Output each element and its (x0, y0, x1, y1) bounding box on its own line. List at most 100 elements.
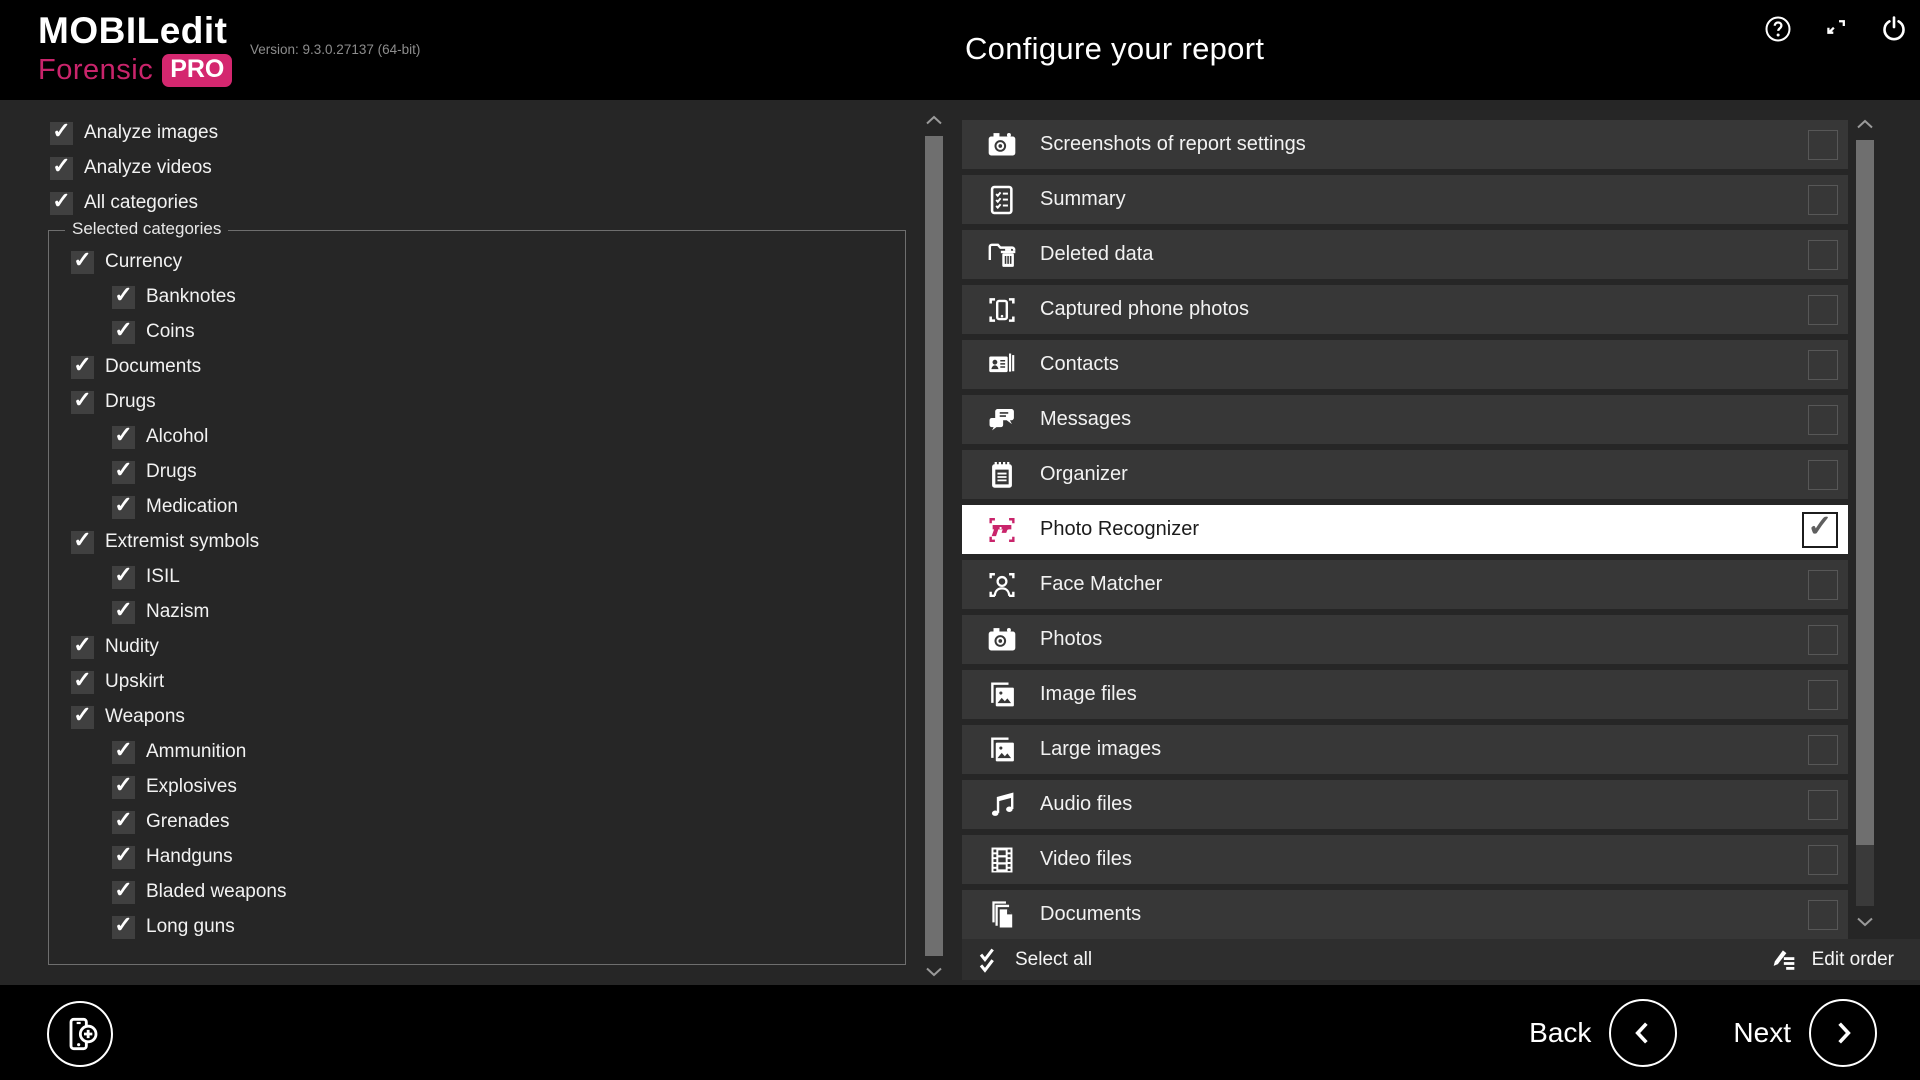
category-item[interactable]: ✓ Bladed weapons (49, 877, 905, 907)
checkbox[interactable]: ✓ (112, 741, 135, 764)
chevron-down-icon[interactable] (1856, 914, 1874, 930)
checkbox[interactable]: ✓ (50, 157, 73, 180)
edit-order-button[interactable]: Edit order (1771, 946, 1894, 974)
section-checkbox[interactable]: ✓ (1808, 845, 1838, 875)
checkbox[interactable]: ✓ (112, 811, 135, 834)
checkbox[interactable]: ✓ (112, 601, 135, 624)
report-section-row[interactable]: Screenshots of report settings ✓ (962, 120, 1848, 169)
checkbox[interactable]: ✓ (112, 776, 135, 799)
check-icon: ✓ (52, 156, 70, 176)
check-icon: ✓ (114, 285, 132, 305)
scrollbar-thumb[interactable] (1856, 140, 1874, 845)
category-item[interactable]: ✓ ISIL (49, 562, 905, 592)
chevron-right-icon[interactable] (1809, 999, 1877, 1067)
checkbox[interactable]: ✓ (71, 636, 94, 659)
scrollbar-track[interactable] (925, 136, 943, 956)
section-checkbox[interactable]: ✓ (1808, 680, 1838, 710)
section-checkbox[interactable]: ✓ (1808, 240, 1838, 270)
checkbox[interactable]: ✓ (71, 531, 94, 554)
chevron-up-icon[interactable] (925, 112, 943, 128)
report-section-row[interactable]: Large images ✓ (962, 725, 1848, 774)
checkbox[interactable]: ✓ (50, 192, 73, 215)
next-button[interactable]: Next (1733, 999, 1877, 1067)
report-section-row[interactable]: Contacts ✓ (962, 340, 1848, 389)
section-checkbox[interactable]: ✓ (1808, 900, 1838, 930)
report-section-row[interactable]: Image files ✓ (962, 670, 1848, 719)
category-item[interactable]: ✓ Medication (49, 492, 905, 522)
section-checkbox[interactable]: ✓ (1808, 460, 1838, 490)
scrollbar-thumb[interactable] (925, 136, 943, 956)
checkbox[interactable]: ✓ (112, 286, 135, 309)
category-item[interactable]: ✓ Coins (49, 317, 905, 347)
category-item[interactable]: ✓ Documents (49, 352, 905, 382)
category-item[interactable]: ✓ Explosives (49, 772, 905, 802)
category-item[interactable]: ✓ Grenades (49, 807, 905, 837)
scrollbar-track[interactable] (1856, 140, 1874, 906)
report-section-row[interactable]: Video files ✓ (962, 835, 1848, 884)
category-item[interactable]: ✓ Currency (49, 247, 905, 277)
report-section-row[interactable]: Photo Recognizer ✓ (962, 505, 1848, 554)
checkbox[interactable]: ✓ (71, 671, 94, 694)
section-checkbox[interactable]: ✓ (1808, 735, 1838, 765)
report-section-row[interactable]: Captured phone photos ✓ (962, 285, 1848, 334)
category-item[interactable]: ✓ Long guns (49, 912, 905, 942)
add-phone-button[interactable] (47, 1001, 113, 1067)
category-item[interactable]: ✓ Handguns (49, 842, 905, 872)
category-item[interactable]: ✓ Nudity (49, 632, 905, 662)
section-checkbox[interactable]: ✓ (1808, 350, 1838, 380)
dock-window-icon[interactable] (1820, 13, 1852, 45)
checkbox[interactable]: ✓ (71, 251, 94, 274)
report-section-row[interactable]: Messages ✓ (962, 395, 1848, 444)
category-item[interactable]: ✓ Drugs (49, 457, 905, 487)
category-item[interactable]: ✓ Extremist symbols (49, 527, 905, 557)
section-checkbox[interactable]: ✓ (1808, 790, 1838, 820)
category-item[interactable]: ✓ Ammunition (49, 737, 905, 767)
checkbox[interactable]: ✓ (112, 566, 135, 589)
checkbox[interactable]: ✓ (112, 496, 135, 519)
section-checkbox[interactable]: ✓ (1808, 570, 1838, 600)
checkbox[interactable]: ✓ (71, 391, 94, 414)
checkbox-item[interactable]: ✓ All categories (50, 188, 218, 218)
report-section-row[interactable]: Summary ✓ (962, 175, 1848, 224)
checkbox[interactable]: ✓ (112, 846, 135, 869)
checkbox-item[interactable]: ✓ Analyze videos (50, 153, 218, 183)
checkbox[interactable]: ✓ (50, 122, 73, 145)
help-icon[interactable] (1762, 13, 1794, 45)
checkbox[interactable]: ✓ (112, 426, 135, 449)
category-item[interactable]: ✓ Alcohol (49, 422, 905, 452)
report-section-row[interactable]: Deleted data ✓ (962, 230, 1848, 279)
category-item[interactable]: ✓ Drugs (49, 387, 905, 417)
chevron-up-icon[interactable] (1856, 116, 1874, 132)
report-section-row[interactable]: Face Matcher ✓ (962, 560, 1848, 609)
logo-pro-badge: PRO (162, 54, 232, 87)
chevron-down-icon[interactable] (925, 964, 943, 980)
section-checkbox[interactable]: ✓ (1808, 625, 1838, 655)
category-item[interactable]: ✓ Weapons (49, 702, 905, 732)
checkbox-label: Nazism (146, 601, 209, 623)
category-item[interactable]: ✓ Banknotes (49, 282, 905, 312)
checkbox[interactable]: ✓ (112, 916, 135, 939)
section-checkbox[interactable]: ✓ (1808, 185, 1838, 215)
report-section-row[interactable]: Documents ✓ (962, 890, 1848, 939)
select-all-button[interactable]: Select all (974, 946, 1092, 974)
report-section-label: Contacts (1040, 353, 1119, 376)
section-checkbox[interactable]: ✓ (1808, 405, 1838, 435)
checkbox[interactable]: ✓ (71, 356, 94, 379)
header-bar: MOBILedit Forensic PRO Version: 9.3.0.27… (0, 0, 1920, 100)
report-section-row[interactable]: Photos ✓ (962, 615, 1848, 664)
power-icon[interactable] (1878, 13, 1910, 45)
checkbox-item[interactable]: ✓ Analyze images (50, 118, 218, 148)
section-checkbox[interactable]: ✓ (1808, 295, 1838, 325)
checkbox[interactable]: ✓ (112, 881, 135, 904)
report-section-row[interactable]: Audio files ✓ (962, 780, 1848, 829)
section-checkbox[interactable]: ✓ (1802, 512, 1838, 548)
chevron-left-icon[interactable] (1609, 999, 1677, 1067)
report-section-row[interactable]: Organizer ✓ (962, 450, 1848, 499)
category-item[interactable]: ✓ Upskirt (49, 667, 905, 697)
section-checkbox[interactable]: ✓ (1808, 130, 1838, 160)
checkbox[interactable]: ✓ (71, 706, 94, 729)
checkbox[interactable]: ✓ (112, 321, 135, 344)
back-button[interactable]: Back (1529, 999, 1677, 1067)
category-item[interactable]: ✓ Nazism (49, 597, 905, 627)
checkbox[interactable]: ✓ (112, 461, 135, 484)
